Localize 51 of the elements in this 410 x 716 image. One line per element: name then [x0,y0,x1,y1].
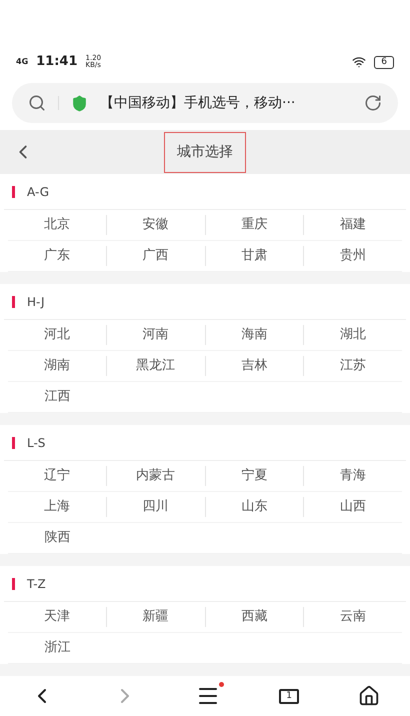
city-item[interactable]: 河南 [142,325,169,345]
city-item[interactable]: 广东 [44,246,70,266]
city-item[interactable]: 辽宁 [44,466,70,486]
section-heading: L-S [27,434,46,452]
city-item[interactable]: 甘肃 [241,246,268,266]
city-item[interactable]: 浙江 [44,638,70,658]
home-icon[interactable] [358,685,380,707]
section-heading: T-Z [27,576,46,592]
city-item[interactable]: 云南 [340,607,366,627]
search-icon[interactable] [28,94,46,112]
shield-icon [71,94,88,112]
city-item[interactable]: 新疆 [142,607,169,627]
city-item[interactable]: 四川 [142,497,169,517]
city-item[interactable]: 西藏 [241,607,268,627]
status-time: 11:41 [36,53,78,72]
section-heading: A-G [27,184,50,200]
section-marker [12,296,15,308]
section-heading: H-J [27,294,45,310]
city-item[interactable]: 陕西 [44,528,70,548]
city-item[interactable]: 上海 [44,497,70,517]
header-title: 城市选择 [164,132,246,172]
page-title: 【中国移动】手机选号，移动··· [100,94,296,112]
city-item[interactable]: 内蒙古 [136,466,176,486]
city-item[interactable]: 黑龙江 [136,356,176,376]
city-item[interactable]: 海南 [241,325,268,345]
city-item[interactable]: 北京 [44,215,70,235]
city-item[interactable]: 湖北 [340,325,366,345]
address-bar[interactable]: 【中国移动】手机选号，移动··· [12,83,398,123]
city-item[interactable]: 贵州 [340,246,366,266]
city-item[interactable]: 安徽 [142,215,169,235]
city-item[interactable]: 吉林 [241,356,268,376]
city-item[interactable]: 河北 [44,325,70,345]
city-item[interactable]: 山西 [340,497,366,517]
reload-icon[interactable] [364,94,382,112]
section-marker [12,186,15,198]
city-item[interactable]: 江苏 [340,356,366,376]
tabs-button[interactable]: 1 [279,688,300,704]
network-indicator: 4G [16,58,28,66]
city-item[interactable]: 山东 [241,497,268,517]
city-item[interactable]: 重庆 [241,215,268,235]
city-item[interactable]: 江西 [44,387,70,407]
city-item[interactable]: 天津 [44,607,70,627]
city-item[interactable]: 青海 [340,466,366,486]
section-marker [12,436,15,448]
city-item[interactable]: 宁夏 [241,466,268,486]
battery-indicator: 6 [374,56,394,68]
city-item[interactable]: 福建 [340,215,366,235]
section-marker [12,578,15,590]
wifi-icon [352,55,366,69]
city-item[interactable]: 广西 [142,246,169,266]
city-item[interactable]: 湖南 [44,356,70,376]
